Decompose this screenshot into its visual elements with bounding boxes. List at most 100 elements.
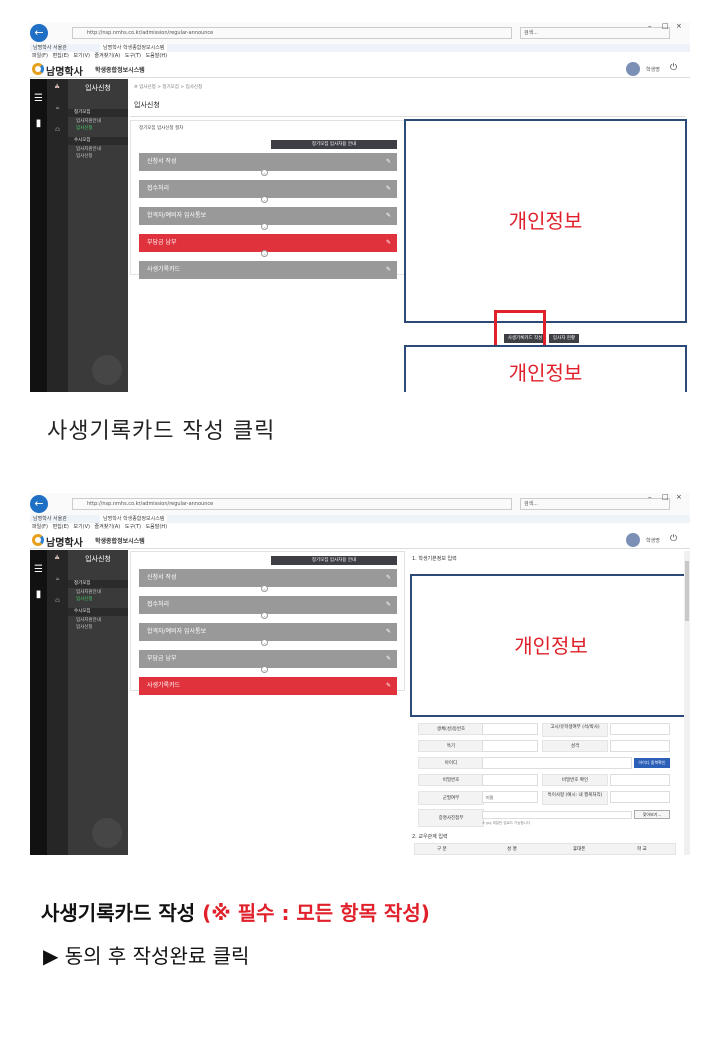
- step-icon: ✎: [385, 239, 391, 246]
- browser-titlebar: ← http://nsp.nmhs.co.kr/admission/regula…: [30, 493, 690, 515]
- bookmark-icon[interactable]: ▮: [30, 589, 47, 600]
- sidebar-group-rolling[interactable]: 수시모집: [68, 137, 128, 145]
- sidebar-item-guide[interactable]: 입사지원안내: [68, 590, 128, 596]
- sidebar-item-guide[interactable]: 입사지원안내: [68, 119, 128, 125]
- steps-panel: 정기모집 입사자용 안내 신청서 작성 ✎ ⌄ 접수처리 ✎ ⌄ 합격자/예비자 입사통보 ✎…: [130, 551, 405, 695]
- tab-system[interactable]: 남명학사 학생종합정보시스템: [100, 44, 168, 52]
- form-section-friends: 2. 교우관계 입력: [412, 834, 448, 840]
- sidebar-group-regular[interactable]: 정기모집: [68, 580, 128, 588]
- logo-icon: [32, 63, 44, 75]
- user-name[interactable]: 학생명: [646, 66, 660, 73]
- sidebar-item-apply[interactable]: 입사신청: [68, 126, 128, 132]
- step-item[interactable]: 부담금 납부 ✎: [139, 234, 397, 252]
- scroll-thumb[interactable]: [685, 561, 689, 621]
- step-item[interactable]: 접수처리 ✎: [139, 180, 397, 198]
- browse-button[interactable]: 찾아보기...: [634, 810, 670, 819]
- guide-button[interactable]: 정기모집 입사자용 안내: [271, 140, 397, 149]
- maximize-icon[interactable]: □: [662, 493, 669, 501]
- step-connector-icon: ⌄: [261, 196, 268, 203]
- cup-icon[interactable]: ☕: [47, 576, 68, 582]
- step-icon: ✎: [385, 628, 391, 635]
- back-arrow-icon[interactable]: ←: [30, 495, 48, 513]
- address-bar[interactable]: http://nsp.nmhs.co.kr/admission/regular-…: [72, 498, 512, 510]
- left-rail: ☰ ▮: [30, 550, 47, 855]
- address-bar[interactable]: http://nsp.nmhs.co.kr/admission/regular-…: [72, 27, 512, 39]
- home-icon[interactable]: ☖: [47, 598, 68, 604]
- step-connector-icon: ⌄: [261, 169, 268, 176]
- sidebar-group-regular[interactable]: 정기모집: [68, 109, 128, 117]
- user-name[interactable]: 학생명: [646, 537, 660, 544]
- step-item[interactable]: 부담금 납부 ✎: [139, 650, 397, 668]
- step-label: 사생기록카드: [147, 266, 181, 273]
- field-label: 고시/유학생여부 (석/박사): [542, 723, 608, 737]
- cup-icon[interactable]: ☕: [47, 105, 68, 111]
- status-button[interactable]: 입사자 현황: [549, 334, 579, 343]
- field-input[interactable]: [482, 723, 538, 735]
- menu-icon[interactable]: ☰: [30, 93, 47, 104]
- sidebar-group-rolling[interactable]: 수시모집: [68, 608, 128, 616]
- password-confirm-input[interactable]: [610, 774, 670, 786]
- back-arrow-icon[interactable]: ←: [30, 24, 48, 42]
- browser-menubar[interactable]: 파일(F) 편집(E) 보기(V) 즐겨찾기(A) 도구(T) 도움말(H): [30, 523, 690, 531]
- logo-text[interactable]: 남명학사: [46, 534, 83, 549]
- building-icon[interactable]: ⛪: [47, 554, 68, 560]
- id-check-button[interactable]: 아이디 중복확인: [634, 758, 670, 768]
- menu-sidebar: 입사신청 정기모집 입사지원안내 입사신청 수시모집 입사지원안내 입사신청: [68, 550, 128, 855]
- sidebar-item-apply-2[interactable]: 입사신청: [68, 154, 128, 160]
- browser-titlebar: ← http://nsp.nmhs.co.kr/admission/regula…: [30, 22, 690, 44]
- sidebar-item-apply-2[interactable]: 입사신청: [68, 625, 128, 631]
- close-icon[interactable]: ×: [676, 493, 682, 501]
- step-item[interactable]: 사생기록카드 ✎: [139, 261, 397, 279]
- form-section-basic: 1. 학생기본정보 입력: [412, 556, 457, 562]
- photo-file-input[interactable]: [482, 811, 632, 819]
- browser-menubar[interactable]: 파일(F) 편집(E) 보기(V) 즐겨찾기(A) 도구(T) 도움말(H): [30, 52, 690, 60]
- bookmark-icon[interactable]: ▮: [30, 118, 47, 129]
- minimize-icon[interactable]: –: [648, 493, 652, 501]
- step-item[interactable]: 신청서 작성 ✎: [139, 153, 397, 171]
- step-item[interactable]: 신청서 작성 ✎: [139, 569, 397, 587]
- field-label: 증명사진첨부: [418, 809, 484, 827]
- menu-icon[interactable]: ☰: [30, 564, 47, 575]
- field-input[interactable]: [610, 740, 670, 752]
- step-item[interactable]: 사생기록카드 ✎: [139, 677, 397, 695]
- system-name: 학생종합정보시스템: [95, 67, 145, 74]
- field-input[interactable]: [482, 740, 538, 752]
- field-label: 특이사항 (예시: 내 행복처리): [542, 791, 608, 805]
- tab-seoul[interactable]: 남명학사 서울관: [30, 515, 70, 523]
- close-icon[interactable]: ×: [676, 22, 682, 30]
- menu-sidebar: 입사신청 정기모집 입사지원안내 입사신청 수시모집 입사지원안내 입사신청: [68, 79, 128, 392]
- scrollbar[interactable]: [684, 551, 690, 855]
- col-school: 학 교: [637, 847, 647, 852]
- logout-icon[interactable]: ⏻: [670, 63, 677, 73]
- field-label: 특기: [418, 740, 484, 752]
- step-connector-icon: ⌄: [261, 612, 268, 619]
- step-item[interactable]: 접수처리 ✎: [139, 596, 397, 614]
- steps-panel: 정기모집 입사신청 절차 정기모집 입사자용 안내 신청서 작성 ✎ ⌄ 접수처리 ✎ ⌄…: [130, 120, 405, 279]
- caption-step2: 사생기록카드 작성 (※ 필수 : 모든 항목 작성): [41, 897, 430, 926]
- sidebar-item-apply[interactable]: 입사신청: [68, 597, 128, 603]
- field-label: 성격: [542, 740, 608, 752]
- maximize-icon[interactable]: □: [662, 22, 669, 30]
- guide-button[interactable]: 정기모집 입사자용 안내: [271, 556, 397, 565]
- avatar[interactable]: [626, 62, 640, 76]
- military-select[interactable]: 미필: [482, 791, 538, 803]
- sidebar-item-guide-2[interactable]: 입사지원안내: [68, 147, 128, 153]
- home-icon[interactable]: ☖: [47, 127, 68, 133]
- step-icon: ✎: [385, 266, 391, 273]
- logo-text[interactable]: 남명학사: [46, 63, 83, 78]
- tab-seoul[interactable]: 남명학사 서울관: [30, 44, 70, 52]
- tab-system[interactable]: 남명학사 학생종합정보시스템: [100, 515, 168, 523]
- field-input[interactable]: [610, 723, 670, 735]
- step-icon: ✎: [385, 158, 391, 165]
- minimize-icon[interactable]: –: [648, 22, 652, 30]
- step-item[interactable]: 합격자/예비자 입사통보 ✎: [139, 623, 397, 641]
- sidebar-item-guide-2[interactable]: 입사지원안내: [68, 618, 128, 624]
- password-input[interactable]: [482, 774, 538, 786]
- field-input[interactable]: [610, 791, 670, 803]
- avatar[interactable]: [626, 533, 640, 547]
- step-item[interactable]: 합격자/예비자 입사통보 ✎: [139, 207, 397, 225]
- logout-icon[interactable]: ⏻: [670, 534, 677, 544]
- id-input[interactable]: [482, 757, 632, 769]
- step-connector-icon: ⌄: [261, 223, 268, 230]
- building-icon[interactable]: ⛪: [47, 83, 68, 89]
